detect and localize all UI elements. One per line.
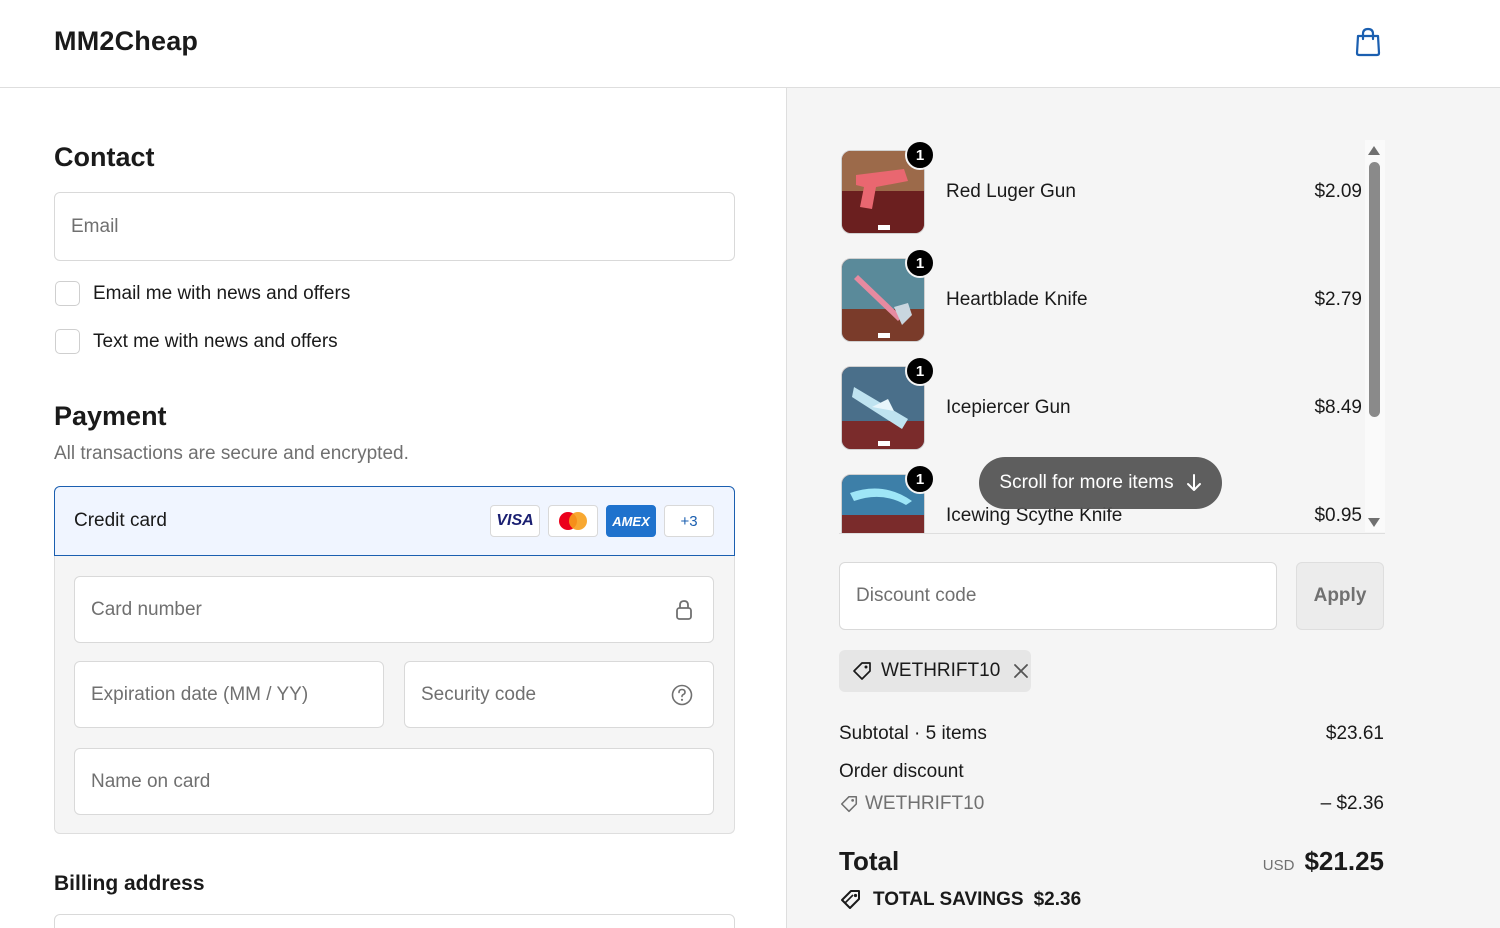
discount-code-text: WETHRIFT10 <box>865 793 985 814</box>
email-optin-checkbox[interactable] <box>55 281 80 306</box>
item-quantity-badge: 1 <box>905 248 935 278</box>
discount-code-line: WETHRIFT10 <box>839 793 984 815</box>
payment-title: Payment <box>54 401 167 431</box>
arrow-down-icon <box>1186 474 1201 491</box>
scroll-down-arrow-icon[interactable] <box>1368 518 1380 527</box>
total-amount: USD $21.25 <box>1263 846 1384 877</box>
total-value: $21.25 <box>1304 846 1384 876</box>
item-quantity-badge: 1 <box>905 464 935 494</box>
card-number-placeholder: Card number <box>91 598 202 620</box>
savings-value: $2.36 <box>1033 889 1082 910</box>
scroll-hint-label: Scroll for more items <box>999 472 1174 493</box>
applied-discount-chip: WETHRIFT10 <box>839 650 1031 692</box>
scroll-up-arrow-icon[interactable] <box>1368 146 1380 155</box>
item-name: Heartblade Knife <box>946 289 1088 310</box>
card-logos: VISA AMEX +3 <box>490 505 714 537</box>
more-cards-badge: +3 <box>664 505 714 537</box>
payment-subtitle: All transactions are secure and encrypte… <box>54 443 409 464</box>
tag-icon <box>853 662 871 680</box>
amex-logo: AMEX <box>606 505 656 537</box>
lock-icon <box>676 599 692 620</box>
item-price: $8.49 <box>1314 397 1362 418</box>
credit-card-option[interactable]: Credit card VISA AMEX +3 <box>54 486 735 556</box>
applied-discount-code: WETHRIFT10 <box>881 660 1001 681</box>
scroll-more-items-button[interactable]: Scroll for more items <box>979 457 1222 509</box>
name-on-card-field[interactable]: Name on card <box>74 748 714 815</box>
billing-address-select[interactable] <box>54 914 735 928</box>
text-optin[interactable]: Text me with news and offers <box>55 329 338 354</box>
shopping-bag-icon <box>1355 27 1381 57</box>
scrollbar-thumb[interactable] <box>1369 162 1380 417</box>
discount-code-placeholder: Discount code <box>856 585 977 606</box>
item-quantity-badge: 1 <box>905 140 935 170</box>
subtotal-label: Subtotal · 5 items <box>839 723 987 744</box>
item-name: Icepiercer Gun <box>946 397 1071 418</box>
security-code-placeholder: Security code <box>421 683 537 705</box>
discount-value: – $2.36 <box>1320 793 1384 814</box>
expiration-placeholder: Expiration date (MM / YY) <box>91 683 309 705</box>
cart-button[interactable] <box>1350 24 1386 60</box>
email-optin-label: Email me with news and offers <box>93 282 351 304</box>
item-quantity-badge: 1 <box>905 356 935 386</box>
savings-label: TOTAL SAVINGS <box>873 889 1024 910</box>
visa-logo: VISA <box>490 505 540 537</box>
item-price: $0.95 <box>1314 505 1362 526</box>
apply-discount-button[interactable]: Apply <box>1296 562 1384 630</box>
credit-card-label: Credit card <box>74 510 167 531</box>
security-code-field[interactable]: Security code <box>404 661 714 728</box>
savings-tag-icon <box>841 890 860 909</box>
item-price: $2.09 <box>1314 181 1362 202</box>
site-header: MM2Cheap <box>0 0 1500 88</box>
text-optin-checkbox[interactable] <box>55 329 80 354</box>
tag-icon <box>840 795 858 813</box>
total-savings: TOTAL SAVINGS $2.36 <box>839 888 1081 912</box>
email-optin[interactable]: Email me with news and offers <box>55 281 350 306</box>
order-item: 1 Icepiercer Gun $8.49 <box>839 356 1364 450</box>
total-label: Total <box>839 846 900 876</box>
item-price: $2.79 <box>1314 289 1362 310</box>
order-discount-label: Order discount <box>839 761 964 782</box>
help-icon[interactable] <box>671 684 693 706</box>
item-name: Red Luger Gun <box>946 181 1076 202</box>
billing-address-title: Billing address <box>54 872 205 895</box>
subtotal-value: $23.61 <box>1325 723 1384 744</box>
remove-discount-icon[interactable] <box>1012 662 1030 680</box>
order-item: 1 Heartblade Knife $2.79 <box>839 248 1364 342</box>
email-field[interactable]: Email <box>54 192 735 261</box>
order-item: 1 Red Luger Gun $2.09 <box>839 140 1364 234</box>
email-placeholder: Email <box>71 215 119 237</box>
contact-title: Contact <box>54 142 155 172</box>
text-optin-label: Text me with news and offers <box>93 330 338 352</box>
expiration-date-field[interactable]: Expiration date (MM / YY) <box>74 661 384 728</box>
discount-code-field[interactable]: Discount code <box>839 562 1277 630</box>
card-number-field[interactable]: Card number <box>74 576 714 643</box>
currency-code: USD <box>1262 857 1295 874</box>
mastercard-logo <box>548 505 598 537</box>
brand-logo[interactable]: MM2Cheap <box>54 26 198 57</box>
name-on-card-placeholder: Name on card <box>91 770 211 792</box>
